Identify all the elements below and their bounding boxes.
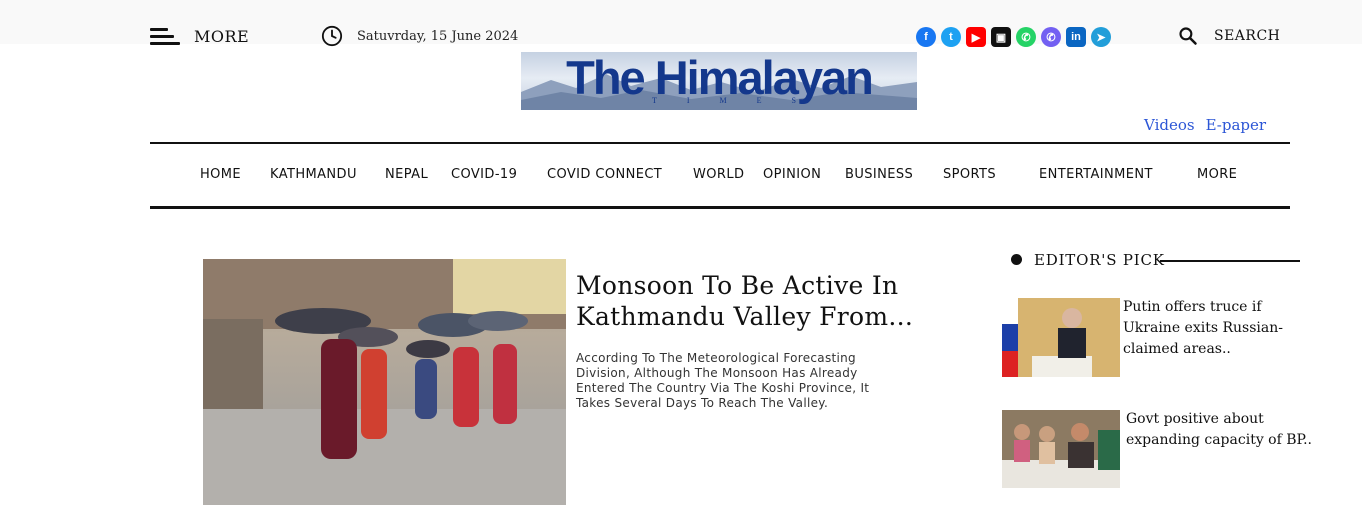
lead-story-image[interactable] — [203, 259, 566, 505]
editors-pick-heading: EDITOR'S PICK — [1034, 251, 1165, 269]
telegram-icon[interactable]: ➤ — [1091, 27, 1111, 47]
nav-item-entertainment[interactable]: ENTERTAINMENT — [1039, 167, 1153, 182]
date-display: Satuvrday, 15 June 2024 — [321, 25, 518, 47]
hamburger-icon — [150, 26, 180, 46]
nav-item-home[interactable]: HOME — [200, 167, 241, 182]
site-logo[interactable]: The Himalayan TIMES — [521, 52, 917, 110]
youtube-icon[interactable]: ▶ — [966, 27, 986, 47]
whatsapp-icon[interactable]: ✆ — [1016, 27, 1036, 47]
nav-divider-bottom — [150, 206, 1290, 209]
epaper-link[interactable]: E-paper — [1206, 116, 1267, 134]
editors-pick-thumbnail-1[interactable] — [1002, 298, 1120, 377]
more-menu-label: MORE — [194, 26, 250, 46]
search-label: SEARCH — [1214, 28, 1281, 44]
logo-subtitle: TIMES — [652, 96, 826, 105]
videos-link[interactable]: Videos — [1144, 116, 1195, 134]
nav-item-business[interactable]: BUSINESS — [845, 167, 913, 182]
lead-story-headline[interactable]: Monsoon To Be Active In Kathmandu Valley… — [576, 270, 916, 332]
thumbnail-illustration — [1002, 298, 1120, 377]
lead-story-summary: According To The Meteorological Forecast… — [576, 351, 870, 410]
gallery-icon[interactable]: ▣ — [991, 27, 1011, 47]
nav-item-covid-19[interactable]: COVID-19 — [451, 167, 517, 182]
nav-item-world[interactable]: WORLD — [693, 167, 744, 182]
nav-item-opinion[interactable]: OPINION — [763, 167, 821, 182]
editors-pick-thumbnail-2[interactable] — [1002, 410, 1120, 488]
search-button[interactable]: SEARCH — [1178, 26, 1280, 46]
lead-photo-illustration — [203, 259, 566, 505]
viber-icon[interactable]: ✆ — [1041, 27, 1061, 47]
nav-item-sports[interactable]: SPORTS — [943, 167, 996, 182]
date-text: Satuvrday, 15 June 2024 — [357, 28, 519, 44]
nav-item-covid-connect[interactable]: COVID CONNECT — [547, 167, 662, 182]
secondary-links: Videos E-paper — [1144, 116, 1266, 134]
nav-divider-top — [150, 142, 1290, 144]
nav-item-kathmandu[interactable]: KATHMANDU — [270, 167, 357, 182]
editors-pick-rule — [1160, 260, 1300, 262]
thumbnail-illustration — [1002, 410, 1120, 488]
social-links: f t ▶ ▣ ✆ ✆ in ➤ — [916, 27, 1111, 47]
search-icon — [1179, 27, 1197, 45]
nav-item-more[interactable]: MORE — [1197, 167, 1237, 182]
clock-icon — [321, 25, 343, 47]
facebook-icon[interactable]: f — [916, 27, 936, 47]
linkedin-icon[interactable]: in — [1066, 27, 1086, 47]
editors-pick-title-2[interactable]: Govt positive about expanding capacity o… — [1126, 409, 1321, 451]
editors-pick-title-1[interactable]: Putin offers truce if Ukraine exits Russ… — [1123, 297, 1323, 360]
more-menu-button[interactable]: MORE — [150, 26, 249, 46]
nav-item-nepal[interactable]: NEPAL — [385, 167, 428, 182]
twitter-icon[interactable]: t — [941, 27, 961, 47]
bullet-icon — [1011, 254, 1022, 265]
